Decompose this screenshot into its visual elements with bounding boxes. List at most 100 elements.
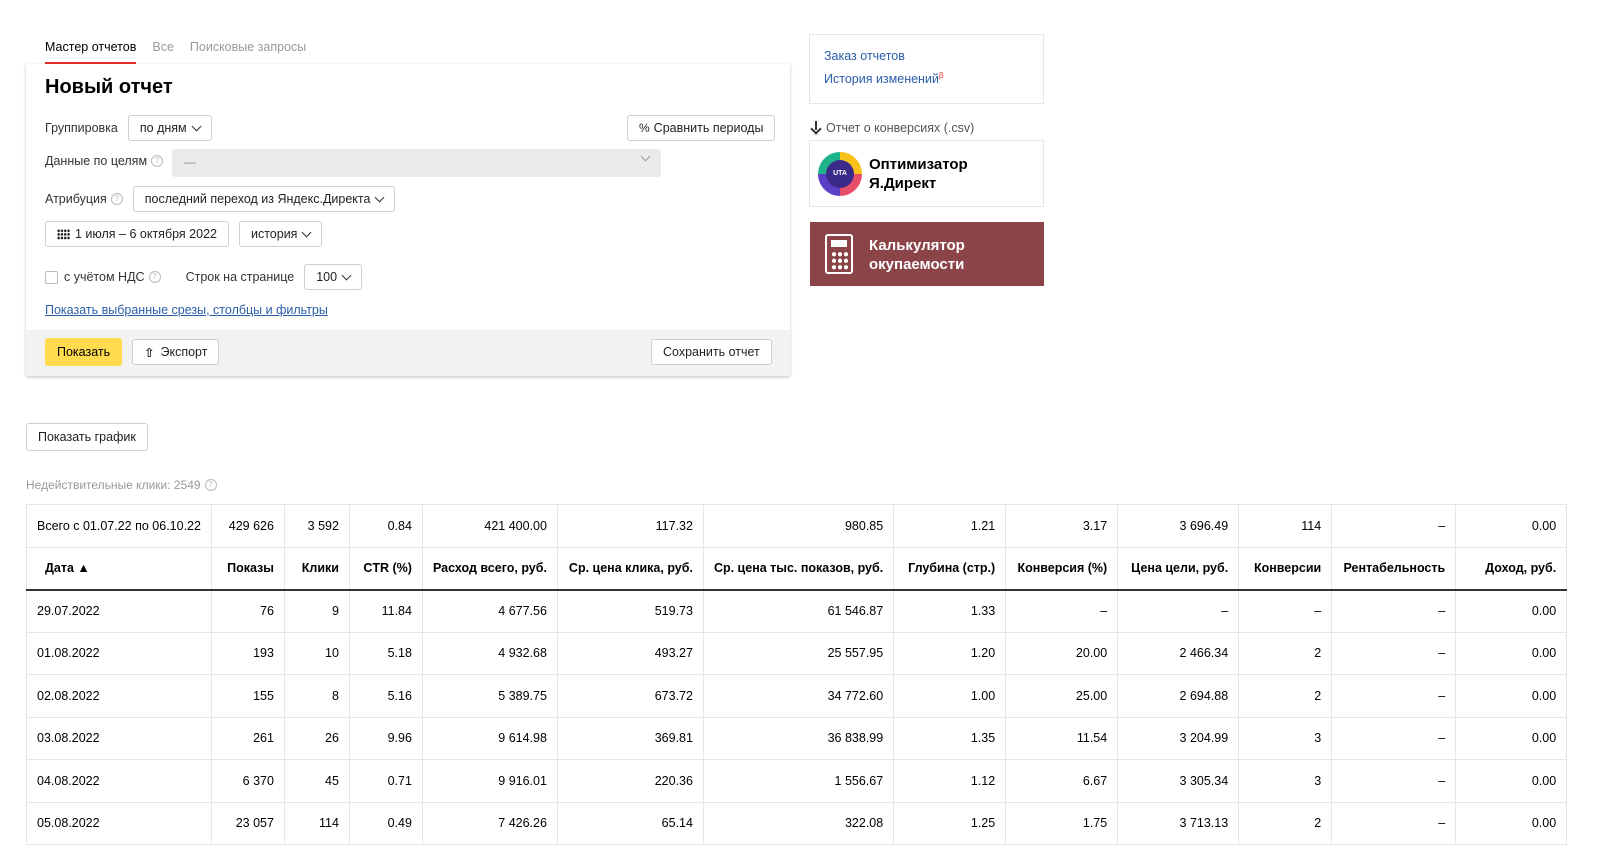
calc-title-line1: Калькулятор: [869, 237, 965, 254]
table-row-cell: 2 466.34: [1117, 632, 1240, 675]
chevron-down-icon: [341, 270, 352, 280]
tab-search-queries[interactable]: Поисковые запросы: [190, 40, 306, 64]
goals-select[interactable]: —: [172, 149, 661, 177]
table-row-cell: 369.81: [557, 717, 704, 760]
header-row-cell[interactable]: Доход, руб.: [1455, 547, 1568, 591]
help-icon[interactable]: ?: [204, 479, 217, 491]
goals-row: Данные по целям ?: [45, 154, 164, 168]
total-row-cell: 429 626: [211, 504, 285, 548]
table-row-cell: 20.00: [1005, 632, 1119, 675]
table-row-cell: 0.00: [1455, 674, 1568, 718]
export-label: Экспорт: [160, 345, 208, 359]
table-row-cell: 0.71: [349, 759, 423, 803]
table-row-cell: 261: [211, 717, 285, 760]
conversions-csv-link[interactable]: Отчет о конверсиях (.csv): [810, 121, 974, 135]
grouping-value: по дням: [139, 121, 187, 135]
table-row-cell: 5.18: [349, 632, 423, 675]
table-row: 02.08.2022 155 8 5.16 5 389.75 673.72 34 772.6…: [26, 674, 1568, 718]
table-row-cell: 4 677.56: [422, 589, 558, 633]
show-chart-button[interactable]: Показать график: [26, 423, 148, 451]
calc-title-line2: окупаемости: [869, 256, 965, 273]
table-row: 01.08.2022 193 10 5.18 4 932.68 493.27 25 557.…: [26, 632, 1568, 675]
table-row: 04.08.2022 6 370 45 0.71 9 916.01 220.36 1 556…: [26, 759, 1568, 803]
chevron-down-icon: [375, 192, 385, 202]
calendar-icon: [57, 228, 70, 240]
table-row-cell: –: [1331, 632, 1457, 675]
roi-calculator-card[interactable]: Калькулятор окупаемости: [810, 222, 1044, 286]
table-row-cell: –: [1331, 802, 1457, 845]
vat-checkbox[interactable]: [45, 270, 58, 284]
rows-per-page-value: 100: [316, 270, 338, 284]
table-row-cell: –: [1005, 589, 1119, 633]
table-row-cell: 3 305.34: [1117, 759, 1240, 803]
tab-report-wizard[interactable]: Мастер отчетов: [45, 40, 137, 64]
help-icon[interactable]: ?: [151, 155, 164, 167]
goals-value: —: [184, 155, 196, 169]
table-row-cell: 10: [284, 632, 350, 675]
percent-compare-icon: %: [639, 121, 650, 135]
header-row-cell[interactable]: Дата ▲: [26, 547, 212, 591]
export-button[interactable]: ⇧ Экспорт: [132, 339, 220, 365]
table-row-cell: 01.08.2022: [26, 632, 212, 675]
uta-logo-icon: UTA: [818, 152, 862, 196]
total-row-cell: 117.32: [557, 504, 704, 548]
table-row-cell: 1.75: [1005, 802, 1119, 845]
table-row-cell: 04.08.2022: [26, 759, 212, 803]
change-history-label: История изменений: [824, 72, 939, 87]
compare-periods-label: Сравнить периоды: [653, 121, 764, 135]
total-row-cell: 980.85: [703, 504, 895, 548]
total-row: Всего с 01.07.22 по 06.10.22 429 626 3 592…: [26, 504, 1568, 548]
header-row-cell[interactable]: Показы: [211, 547, 285, 591]
header-row-cell[interactable]: Расход всего, руб.: [422, 547, 558, 591]
header-row-cell[interactable]: Ср. цена тыс. показов, руб.: [703, 547, 895, 591]
order-reports-link[interactable]: Заказ отчетов: [824, 49, 1029, 63]
header-row-cell[interactable]: Конверсии: [1238, 547, 1333, 591]
chevron-down-icon: [640, 151, 651, 162]
total-row-cell: 3 696.49: [1117, 504, 1240, 548]
table-row-cell: 34 772.60: [703, 674, 895, 718]
total-row-cell: 0.84: [349, 504, 423, 548]
table-row-cell: 9 614.98: [422, 717, 558, 760]
table-row-cell: –: [1331, 759, 1457, 803]
header-row-cell[interactable]: Глубина (стр.): [893, 547, 1007, 591]
show-selected-filters-link[interactable]: Показать выбранные срезы, столбцы и филь…: [45, 303, 328, 317]
compare-periods-button[interactable]: % Сравнить периоды: [627, 115, 776, 141]
table-row-cell: 1.25: [893, 802, 1007, 845]
header-row-cell[interactable]: Ср. цена клика, руб.: [557, 547, 704, 591]
date-range-picker[interactable]: 1 июля – 6 октября 2022: [45, 221, 229, 247]
table-row-cell: 1 556.67: [703, 759, 895, 803]
table-row-cell: 23 057: [211, 802, 285, 845]
header-row-cell[interactable]: Цена цели, руб.: [1117, 547, 1240, 591]
attribution-select[interactable]: последний переход из Яндекс.Директа: [132, 186, 396, 212]
date-range-value: 1 июля – 6 октября 2022: [75, 227, 217, 241]
table-row-cell: 9: [284, 589, 350, 633]
history-select[interactable]: история: [238, 221, 323, 247]
attribution-value: последний переход из Яндекс.Директа: [144, 192, 371, 206]
table-row-cell: 0.00: [1455, 717, 1568, 760]
change-history-link[interactable]: История измененийβ: [824, 71, 1029, 86]
total-row-cell: 0.00: [1455, 504, 1568, 548]
table-row-cell: 45: [284, 759, 350, 803]
total-row-cell: 3 592: [284, 504, 350, 548]
show-button[interactable]: Показать: [45, 338, 123, 366]
table-row-cell: 8: [284, 674, 350, 718]
report-tabs: Мастер отчетов Все Поисковые запросы: [45, 40, 306, 64]
header-row-cell[interactable]: Клики: [284, 547, 350, 591]
grouping-select[interactable]: по дням: [127, 115, 212, 141]
header-row-cell[interactable]: CTR (%): [349, 547, 423, 591]
table-row-cell: 2: [1238, 632, 1333, 675]
table-row-cell: 2 694.88: [1117, 674, 1240, 718]
header-row-cell[interactable]: Рентабельность: [1331, 547, 1457, 591]
table-row-cell: 26: [284, 717, 350, 760]
help-icon[interactable]: ?: [110, 193, 123, 205]
tab-all[interactable]: Все: [152, 40, 174, 64]
table-row-cell: 114: [284, 802, 350, 845]
rows-per-page-select[interactable]: 100: [304, 264, 363, 290]
save-report-button[interactable]: Сохранить отчет: [651, 339, 772, 365]
help-icon[interactable]: ?: [148, 271, 161, 283]
table-row-cell: –: [1331, 674, 1457, 718]
calculator-icon: [825, 234, 853, 274]
table-row-cell: –: [1331, 589, 1457, 633]
header-row-cell[interactable]: Конверсия (%): [1005, 547, 1119, 591]
table-row-cell: 220.36: [557, 759, 704, 803]
